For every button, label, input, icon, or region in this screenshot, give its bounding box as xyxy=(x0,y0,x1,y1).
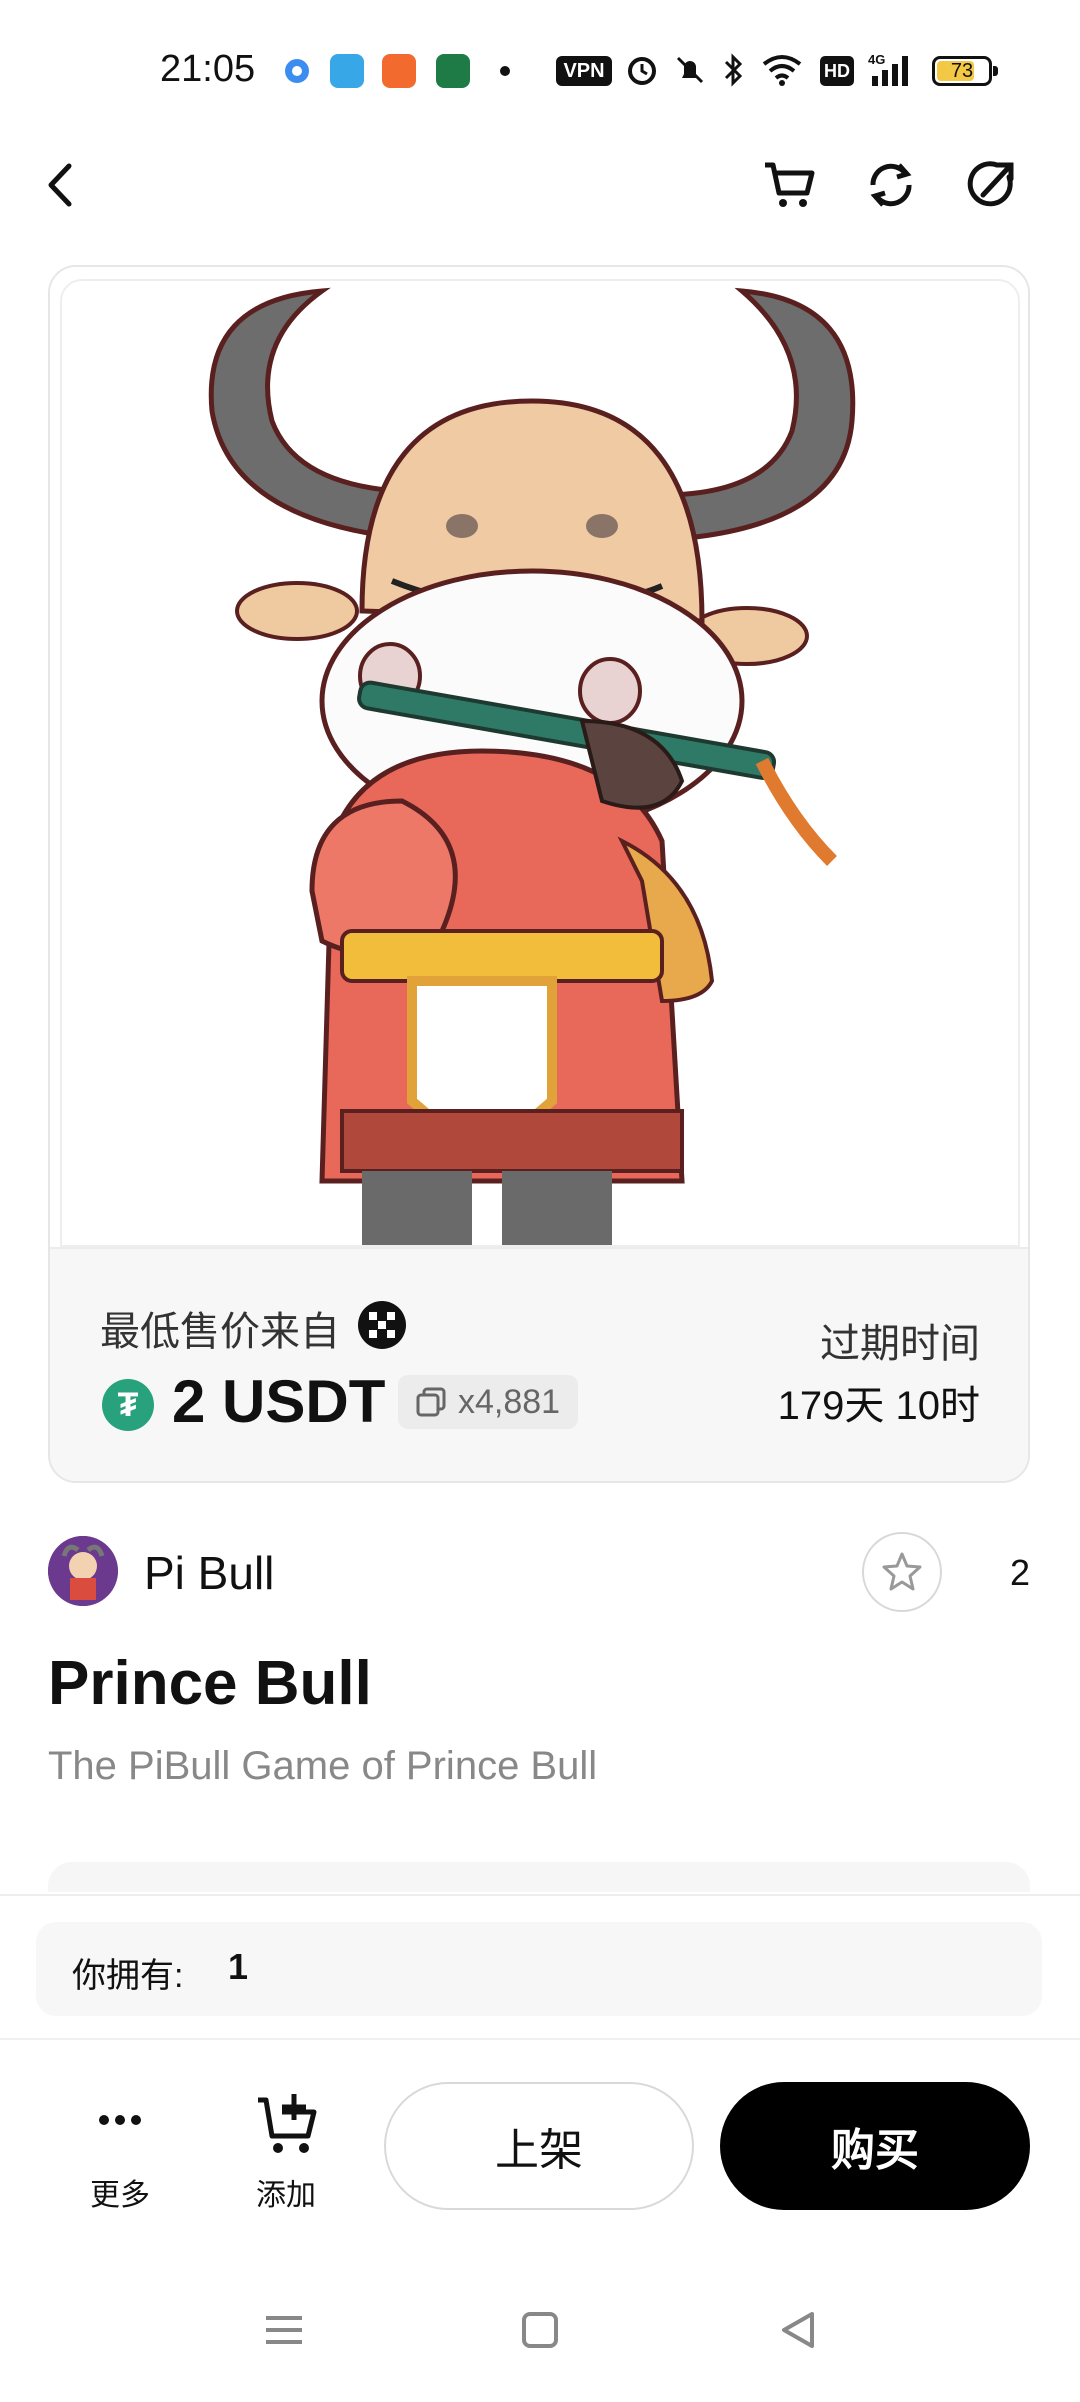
share-button[interactable] xyxy=(958,150,1028,220)
chevron-left-icon xyxy=(48,163,72,207)
back-button[interactable] xyxy=(26,150,96,220)
cart-add-icon xyxy=(258,2094,317,2153)
alarm-icon xyxy=(624,52,660,93)
top-nav xyxy=(0,140,1080,230)
owned-label: 你拥有: xyxy=(72,1957,184,1995)
owned-value: 1 xyxy=(228,1946,249,1987)
marketplace-logo-icon xyxy=(358,1301,406,1349)
home-nav-icon[interactable] xyxy=(518,2308,562,2352)
favorite-button[interactable] xyxy=(862,1532,942,1612)
app-notification-icon xyxy=(382,54,416,88)
more-button[interactable]: 更多 xyxy=(60,2086,180,2216)
status-bar: 21:05 VPN HD 4G 73 xyxy=(0,0,1080,120)
status-time: 21:05 xyxy=(160,48,256,90)
divider xyxy=(0,2038,1080,2040)
price-panel: 最低售价来自 ₮ 2 USDT x4,881 过期时间 179天 10时 xyxy=(50,1247,1028,1481)
owned-bar: 你拥有: 1 xyxy=(36,1922,1042,2016)
app-notification-icon xyxy=(330,54,364,88)
buy-button[interactable]: 购买 xyxy=(720,2082,1030,2210)
battery-level: 73 xyxy=(950,60,974,82)
wifi-icon xyxy=(760,52,804,93)
more-notifications-icon xyxy=(500,66,510,76)
hd-badge: HD xyxy=(820,56,854,86)
favorite-count: 2 xyxy=(1009,1552,1030,1593)
mute-icon xyxy=(672,52,708,93)
creator-name[interactable]: Pi Bull xyxy=(144,1546,274,1600)
refresh-button[interactable] xyxy=(856,150,926,220)
bull-illustration xyxy=(208,287,856,1245)
bluetooth-icon xyxy=(718,52,748,93)
add-to-cart-button[interactable]: 添加 xyxy=(226,2086,346,2216)
share-icon xyxy=(967,161,1014,207)
nft-card[interactable]: 最低售价来自 ₮ 2 USDT x4,881 过期时间 179天 10时 xyxy=(48,265,1030,1483)
refresh-icon xyxy=(870,163,912,207)
app-notification-icon xyxy=(280,54,314,88)
nft-artwork[interactable] xyxy=(50,267,1028,1247)
copy-icon xyxy=(416,1387,446,1417)
app-notification-icon xyxy=(436,54,470,88)
svg-text:4G: 4G xyxy=(868,52,885,67)
item-title: Prince Bull xyxy=(48,1649,372,1718)
system-navigation-bar xyxy=(0,2290,1080,2370)
vpn-badge: VPN xyxy=(556,56,612,86)
back-nav-icon[interactable] xyxy=(776,2308,820,2352)
more-label: 更多 xyxy=(90,2179,150,2212)
battery-icon: 73 xyxy=(932,56,998,86)
expiry-label: 过期时间 xyxy=(820,1322,980,1366)
list-for-sale-button[interactable]: 上架 xyxy=(384,2082,694,2210)
signal-icon: 4G xyxy=(868,52,918,93)
copies-count: x4,881 xyxy=(458,1382,561,1421)
lowest-price-label: 最低售价来自 xyxy=(100,1310,340,1354)
avatar[interactable] xyxy=(48,1536,118,1606)
nft-image-frame xyxy=(60,279,1020,1247)
add-label: 添加 xyxy=(256,2179,316,2212)
item-description: The PiBull Game of Prince Bull xyxy=(48,1744,598,1788)
menu-nav-icon[interactable] xyxy=(262,2308,306,2352)
price-value: 2 USDT xyxy=(172,1368,386,1435)
expiry-value: 179天 10时 xyxy=(777,1384,980,1428)
copies-badge: x4,881 xyxy=(398,1375,579,1429)
details-section-peek xyxy=(48,1862,1030,1892)
usdt-icon: ₮ xyxy=(102,1379,154,1431)
cart-icon xyxy=(765,162,815,207)
cart-button[interactable] xyxy=(754,150,824,220)
star-icon xyxy=(882,1552,922,1591)
more-dots-icon xyxy=(99,2115,141,2125)
creator-row[interactable]: Pi Bull 2 xyxy=(48,1532,1030,1612)
